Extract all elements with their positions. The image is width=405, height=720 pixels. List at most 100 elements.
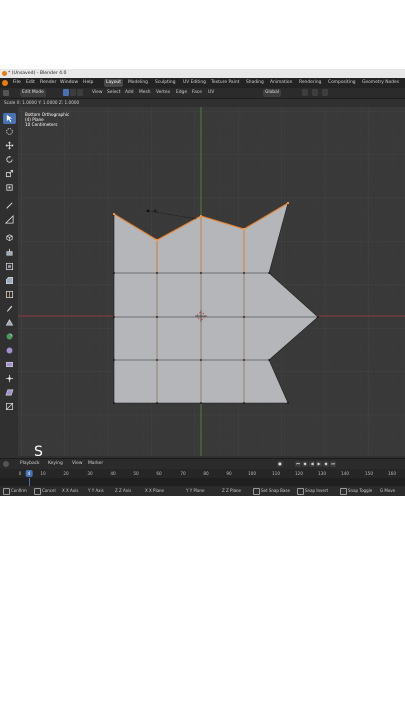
tab-animation[interactable]: Animation (268, 79, 294, 87)
cursor-icon[interactable] (3, 126, 16, 137)
jump-end-icon[interactable]: ⏭ (330, 461, 336, 467)
3d-viewport[interactable] (18, 107, 405, 456)
key-icon (297, 487, 304, 495)
edge-select-icon[interactable] (70, 89, 76, 96)
spin-icon[interactable] (3, 331, 16, 342)
loop-cut-icon[interactable] (3, 289, 16, 300)
edge-slide-icon[interactable] (3, 359, 16, 370)
menu-edge[interactable]: Edge (176, 88, 187, 98)
tick-label: 10 (40, 471, 46, 476)
bevel-icon[interactable] (3, 275, 16, 286)
transform-icon[interactable] (3, 182, 16, 193)
tab-uv-editing[interactable]: UV Editing (181, 79, 208, 87)
tick-label: 50 (133, 471, 139, 476)
menu-view[interactable]: View (92, 88, 102, 98)
menu-render[interactable]: Render (40, 78, 56, 88)
pivot-icon[interactable] (302, 89, 308, 96)
status-z-axis: Z Z Axis (115, 488, 132, 493)
menu-marker[interactable]: Marker (88, 459, 103, 469)
blender-logo-icon (2, 71, 7, 76)
viewport-info: Bottom Orthographic (4) Plane 10 Centime… (25, 112, 69, 128)
menu-select[interactable]: Select (107, 88, 121, 98)
top-menu-bar: File Edit Render Window Help Layout Mode… (0, 78, 405, 88)
status-snap-invert: Snap Invert (297, 486, 328, 496)
proportional-edit-icon[interactable] (322, 89, 328, 96)
select-box-icon[interactable] (3, 113, 16, 124)
tab-geometry-nodes[interactable]: Geometry Nodes (360, 79, 401, 87)
clock-icon[interactable] (3, 461, 9, 467)
status-x-axis: X X Axis (62, 488, 79, 493)
tick-label: 0 (18, 471, 22, 476)
mode-dropdown[interactable]: Edit Mode (20, 89, 46, 97)
menu-file[interactable]: File (13, 78, 21, 88)
status-snap-base: Set Snap Base (253, 486, 290, 496)
tab-modeling[interactable]: Modeling (126, 79, 150, 87)
poly-build-icon[interactable] (3, 317, 16, 328)
menu-window[interactable]: Window (60, 78, 78, 88)
next-keyframe-icon[interactable]: ◆ (323, 461, 329, 467)
title-bar: * (Unsaved) - Blender 4.0 (0, 69, 405, 78)
timeline-area[interactable] (0, 478, 405, 486)
annotate-icon[interactable] (3, 200, 16, 211)
snap-icon[interactable] (312, 89, 318, 96)
tick-label: 40 (110, 471, 116, 476)
move-icon[interactable] (3, 140, 16, 151)
inset-icon[interactable] (3, 261, 16, 272)
shrink-fatten-icon[interactable] (3, 373, 16, 384)
mouse-right-icon (34, 487, 41, 495)
menu-keying[interactable]: Keying (48, 459, 63, 469)
tick-label: 30 (87, 471, 93, 476)
status-snap-toggle: Snap Toggle (340, 486, 372, 496)
tick-label: 90 (226, 471, 232, 476)
tab-layout[interactable]: Layout (104, 79, 123, 87)
extrude-icon[interactable] (3, 247, 16, 258)
smooth-icon[interactable] (3, 345, 16, 356)
current-frame-indicator[interactable]: 4 (25, 470, 33, 477)
tick-label: 100 (248, 471, 256, 476)
status-move: G Move (380, 488, 396, 493)
status-z-plane: Z Z Plane (222, 488, 242, 493)
add-cube-icon[interactable] (3, 232, 16, 243)
status-x-plane: X X Plane (145, 488, 165, 493)
play-reverse-icon[interactable]: ◀ (309, 461, 315, 467)
menu-timeline-view[interactable]: View (72, 459, 82, 469)
menu-vertex[interactable]: Vertex (156, 88, 170, 98)
rip-icon[interactable] (3, 401, 16, 412)
status-cancel: Cancel (34, 486, 56, 496)
prev-keyframe-icon[interactable]: ◆ (302, 461, 308, 467)
tab-texture-paint[interactable]: Texture Paint (209, 79, 241, 87)
menu-playback[interactable]: Playback (20, 459, 40, 469)
orientation-dropdown[interactable]: Global (263, 89, 282, 97)
tab-shading[interactable]: Shading (244, 79, 266, 87)
menu-add[interactable]: Add (125, 88, 134, 98)
menu-face[interactable]: Face (192, 88, 202, 98)
menu-uv[interactable]: UV (208, 88, 214, 98)
grid-unit: 10 Centimeters (25, 122, 58, 128)
editor-type-icon[interactable] (3, 90, 9, 96)
status-y-axis: Y Y Axis (88, 488, 104, 493)
menu-mesh[interactable]: Mesh (139, 88, 151, 98)
scale-icon[interactable] (3, 168, 16, 179)
frame-ruler[interactable]: 0 4 10 20 30 40 50 60 70 80 90 100 110 1… (0, 469, 405, 478)
tab-compositing[interactable]: Compositing (326, 79, 358, 87)
shear-icon[interactable] (3, 387, 16, 398)
key-icon (340, 487, 347, 495)
play-icon[interactable]: ▶ (316, 461, 322, 467)
rotate-icon[interactable] (3, 154, 16, 165)
knife-icon[interactable] (3, 303, 16, 314)
tick-label: 60 (156, 471, 162, 476)
window-title: * (Unsaved) - Blender 4.0 (8, 71, 67, 76)
blender-menu-icon[interactable] (2, 80, 8, 86)
tick-label: 160 (388, 471, 396, 476)
face-select-icon[interactable] (77, 89, 83, 96)
measure-icon[interactable] (3, 214, 16, 225)
status-bar: Confirm Cancel X X Axis Y Y Axis Z Z Axi… (0, 486, 405, 496)
record-icon[interactable]: ● (277, 461, 283, 467)
vertex-select-icon[interactable] (63, 89, 69, 96)
tab-rendering[interactable]: Rendering (297, 79, 323, 87)
menu-edit[interactable]: Edit (26, 78, 35, 88)
tab-sculpting[interactable]: Sculpting (153, 79, 178, 87)
menu-help[interactable]: Help (83, 78, 93, 88)
jump-start-icon[interactable]: ⏮ (295, 461, 301, 467)
playhead-line (29, 478, 30, 486)
